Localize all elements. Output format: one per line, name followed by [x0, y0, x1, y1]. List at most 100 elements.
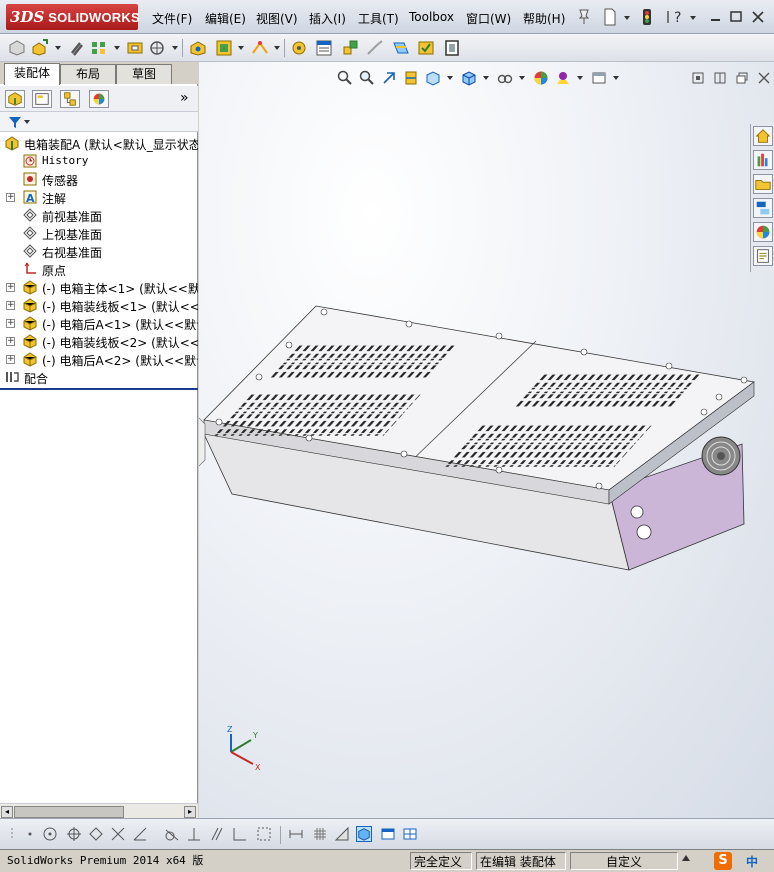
nearest-snap-icon[interactable]	[132, 826, 148, 842]
tab-layout[interactable]: 布局	[60, 64, 116, 84]
clearance-verification-icon[interactable]	[417, 39, 435, 57]
tree-item-label: (-) 电箱主体<1> (默认<<默认	[42, 282, 198, 296]
units-dropdown-icon[interactable]	[682, 855, 690, 861]
tree-item[interactable]: + (-) 电箱装线板<2> (默认<<默	[0, 332, 198, 350]
tree-item[interactable]: 上视基准面	[0, 224, 198, 242]
menu-window[interactable]: 窗口(W)	[466, 10, 511, 27]
parallel-snap-icon[interactable]	[208, 826, 224, 842]
expand-icon[interactable]: +	[6, 319, 15, 328]
tree-item[interactable]: + (-) 电箱后A<2> (默认<<默认	[0, 350, 198, 368]
reference-geometry-icon[interactable]	[251, 39, 269, 57]
menu-view[interactable]: 视图(V)	[256, 10, 298, 27]
move-dropdown-icon[interactable]	[172, 46, 178, 50]
mate-icon[interactable]	[68, 39, 86, 57]
tangent-snap-icon[interactable]	[164, 826, 180, 842]
two-view-icon[interactable]	[402, 826, 418, 842]
rebuild-traffic-light-icon[interactable]	[639, 8, 655, 26]
horizontal-scrollbar[interactable]: ◂ ▸	[0, 803, 198, 819]
instant3d-icon[interactable]	[443, 39, 461, 57]
length-snap-icon[interactable]	[288, 826, 304, 842]
toolbar-separator	[280, 826, 281, 844]
menu-toolbox[interactable]: Toolbox	[409, 10, 454, 24]
tree-item[interactable]: + (-) 电箱主体<1> (默认<<默认	[0, 278, 198, 296]
tree-item[interactable]: 原点	[0, 260, 198, 278]
help-dropdown-icon[interactable]	[690, 16, 696, 20]
quadrant-snap-icon[interactable]	[88, 826, 104, 842]
rollback-bar[interactable]	[0, 388, 198, 390]
scroll-left-icon[interactable]: ◂	[1, 806, 13, 818]
bill-of-materials-icon[interactable]	[315, 39, 333, 57]
tree-item[interactable]: + (-) 电箱后A<1> (默认<<默认	[0, 314, 198, 332]
help-icon[interactable]: ?	[671, 8, 687, 26]
point-icon[interactable]	[22, 826, 38, 842]
close-icon[interactable]	[750, 8, 766, 26]
tree-item[interactable]: + (-) 电箱装线板<1> (默认<<默	[0, 296, 198, 314]
expand-icon[interactable]: +	[6, 283, 15, 292]
horizontal-vertical-snap-icon[interactable]	[232, 826, 248, 842]
angle-snap-icon[interactable]	[334, 826, 350, 842]
grid-icon[interactable]	[312, 826, 328, 842]
expand-icon[interactable]: +	[6, 337, 15, 346]
menu-help[interactable]: 帮助(H)	[523, 10, 565, 27]
explode-line-sketch-icon[interactable]	[366, 39, 384, 57]
perpendicular-snap-icon[interactable]	[186, 826, 202, 842]
tree-item[interactable]: 传感器	[0, 170, 198, 188]
tree-item[interactable]: 右视基准面	[0, 242, 198, 260]
insert-component-icon[interactable]	[31, 39, 49, 57]
panel-collapse-handle[interactable]	[199, 417, 206, 467]
single-view-icon[interactable]	[380, 826, 396, 842]
tree-item[interactable]: History	[0, 152, 198, 170]
solidworks-logo[interactable]: 3DS SOLIDWORKS	[6, 4, 140, 30]
show-hidden-components-icon[interactable]	[189, 39, 207, 57]
ime-language-indicator[interactable]: 中	[746, 853, 758, 870]
sogou-ime-icon[interactable]: S	[714, 852, 732, 870]
tree-item[interactable]: 配合	[0, 368, 198, 386]
new-assembly-icon[interactable]	[8, 39, 26, 57]
expand-more-icon[interactable]: »	[180, 90, 189, 106]
smart-fasteners-icon[interactable]	[126, 39, 144, 57]
restore-icon[interactable]	[728, 8, 744, 26]
tree-item[interactable]: 电箱装配A (默认<默认_显示状态	[0, 134, 198, 152]
tab-assembly[interactable]: 装配体	[4, 63, 60, 85]
menu-tools[interactable]: 工具(T)	[358, 10, 399, 27]
tab-sketch[interactable]: 草图	[116, 64, 172, 84]
assembly-features-icon[interactable]	[215, 39, 233, 57]
new-document-icon[interactable]	[602, 8, 618, 26]
menu-edit[interactable]: 编辑(E)	[205, 10, 246, 27]
expand-icon[interactable]: +	[6, 301, 15, 310]
graphics-area[interactable]: Z Y X	[199, 62, 774, 818]
exploded-view-icon[interactable]	[341, 39, 359, 57]
expand-icon[interactable]: +	[6, 355, 15, 364]
new-motion-study-icon[interactable]	[290, 39, 308, 57]
property-manager-icon[interactable]	[32, 90, 52, 108]
display-manager-icon[interactable]	[89, 90, 109, 108]
enclosure-model[interactable]: Z Y X	[199, 62, 774, 818]
status-units-selector[interactable]: 自定义	[570, 852, 678, 870]
scroll-right-icon[interactable]: ▸	[184, 806, 196, 818]
linear-pattern-icon[interactable]	[90, 39, 108, 57]
pattern-dropdown-icon[interactable]	[114, 46, 120, 50]
menu-insert[interactable]: 插入(I)	[309, 10, 346, 27]
interference-detection-icon[interactable]	[392, 39, 410, 57]
reference-dropdown-icon[interactable]	[274, 46, 280, 50]
tree-item[interactable]: 前视基准面	[0, 206, 198, 224]
filter-icon[interactable]	[8, 115, 22, 129]
circle-snap-icon[interactable]	[42, 826, 58, 842]
expand-icon[interactable]: +	[6, 193, 15, 202]
tree-item[interactable]: + A 注解	[0, 188, 198, 206]
center-snap-icon[interactable]	[66, 826, 82, 842]
filter-dropdown-icon[interactable]	[24, 120, 30, 124]
configuration-manager-icon[interactable]	[60, 90, 80, 108]
minimize-icon[interactable]	[708, 8, 724, 26]
intersection-snap-icon[interactable]	[110, 826, 126, 842]
move-component-icon[interactable]	[148, 39, 166, 57]
grid-snap-icon[interactable]	[256, 826, 272, 842]
scroll-thumb[interactable]	[14, 806, 124, 818]
features-dropdown-icon[interactable]	[238, 46, 244, 50]
insert-component-dropdown-icon[interactable]	[55, 46, 61, 50]
shaded-view-icon[interactable]	[356, 826, 372, 842]
pin-icon[interactable]	[576, 8, 592, 26]
feature-tree-icon[interactable]	[5, 90, 25, 108]
new-dropdown-icon[interactable]	[624, 16, 630, 20]
menu-file[interactable]: 文件(F)	[152, 10, 192, 27]
